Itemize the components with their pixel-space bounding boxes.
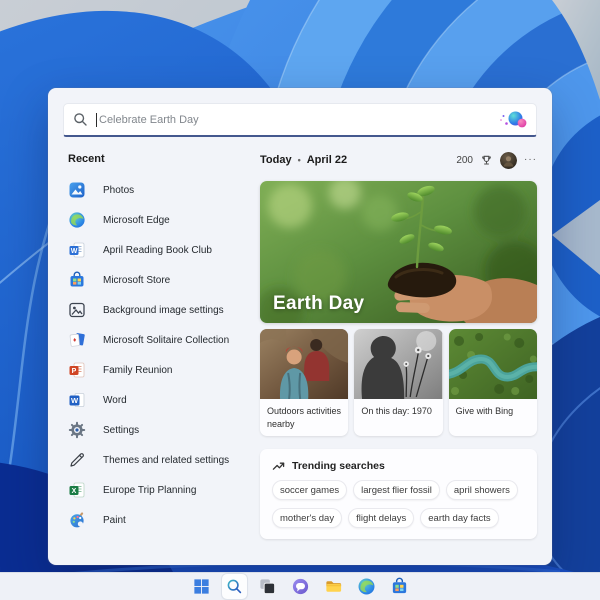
word-icon: W [68, 391, 86, 409]
trending-chip[interactable]: earth day facts [420, 508, 498, 528]
sidebar-item-photos[interactable]: Photos [68, 175, 260, 205]
bing-spheres-icon [497, 109, 527, 130]
sidebar-item-label: Microsoft Solitaire Collection [103, 335, 229, 346]
taskbar-search-button[interactable] [222, 574, 247, 599]
taskbar-store-button[interactable] [387, 574, 412, 599]
microsoft-store-icon [68, 271, 86, 289]
trending-chip[interactable]: april showers [446, 480, 518, 500]
pencil-icon [68, 451, 86, 469]
trending-chip[interactable]: flight delays [348, 508, 414, 528]
task-view-icon [258, 577, 277, 596]
edge-icon [68, 211, 86, 229]
taskbar-chat-button[interactable] [288, 574, 313, 599]
search-icon [225, 577, 244, 596]
hero-title: Earth Day [273, 293, 364, 315]
sidebar-item-label: Microsoft Edge [103, 215, 170, 226]
card-give-with-bing[interactable]: Give with Bing [449, 329, 537, 436]
powerpoint-icon: P [68, 361, 86, 379]
card-outdoors-activities[interactable]: Outdoors activities nearby [260, 329, 348, 436]
desktop: Celebrate Earth Day Recent [0, 0, 600, 600]
search-highlights-main: Today • April 22 200 ··· [260, 151, 537, 565]
microsoft-store-icon [390, 577, 409, 596]
content-cards-row: Outdoors activities nearby [260, 329, 537, 436]
taskbar-edge-button[interactable] [354, 574, 379, 599]
svg-text:P: P [72, 368, 77, 375]
search-query-text: Celebrate Earth Day [99, 114, 199, 126]
trending-searches-panel: Trending searches soccer games largest f… [260, 449, 537, 539]
sidebar-item-label: Europe Trip Planning [103, 485, 196, 496]
svg-text:W: W [71, 248, 78, 255]
trending-heading: Trending searches [292, 460, 385, 472]
sidebar-item-paint[interactable]: Paint [68, 505, 260, 535]
user-avatar[interactable] [500, 152, 517, 169]
main-header: Today • April 22 200 ··· [260, 152, 537, 168]
sidebar-item-label: Themes and related settings [103, 455, 229, 466]
trending-chip[interactable]: largest flier fossil [353, 480, 440, 500]
taskbar-file-explorer-button[interactable] [321, 574, 346, 599]
word-document-icon: W [68, 241, 86, 259]
sidebar-item-microsoft-edge[interactable]: Microsoft Edge [68, 205, 260, 235]
taskbar-task-view-button[interactable] [255, 574, 280, 599]
sidebar-item-word[interactable]: W Word [68, 385, 260, 415]
photos-icon [68, 181, 86, 199]
card-label: On this day: 1970 [354, 399, 442, 418]
sidebar-item-label: April Reading Book Club [103, 245, 212, 256]
recent-sidebar: Recent Photos Microsoft Edge W April Rea… [48, 151, 260, 565]
sidebar-item-themes-and-related-settings[interactable]: Themes and related settings [68, 445, 260, 475]
sidebar-item-europe-trip-planning[interactable]: X Europe Trip Planning [68, 475, 260, 505]
sidebar-item-label: Microsoft Store [103, 275, 170, 286]
sidebar-item-microsoft-solitaire-collection[interactable]: Microsoft Solitaire Collection [68, 325, 260, 355]
hikers-image [260, 329, 348, 399]
sidebar-item-family-reunion[interactable]: P Family Reunion [68, 355, 260, 385]
search-flyout-window: Celebrate Earth Day Recent [48, 88, 552, 565]
gear-icon [68, 421, 86, 439]
hero-card-earth-day[interactable]: Earth Day [260, 181, 537, 323]
rewards-points[interactable]: 200 [456, 155, 473, 166]
more-options-button[interactable]: ··· [524, 155, 537, 165]
paint-palette-icon [68, 511, 86, 529]
sidebar-item-label: Background image settings [103, 305, 224, 316]
sidebar-item-label: Paint [103, 515, 126, 526]
sidebar-item-label: Family Reunion [103, 365, 172, 376]
recent-heading: Recent [68, 153, 260, 165]
today-label: Today [260, 154, 292, 166]
card-label: Outdoors activities nearby [260, 399, 348, 431]
chat-icon [291, 577, 310, 596]
vintage-1970-image [354, 329, 442, 399]
search-input[interactable]: Celebrate Earth Day [63, 103, 537, 137]
sidebar-item-april-reading-book-club[interactable]: W April Reading Book Club [68, 235, 260, 265]
date-value: April 22 [307, 154, 347, 166]
date-separator: • [298, 155, 301, 165]
file-explorer-icon [324, 577, 343, 596]
svg-text:X: X [72, 488, 77, 495]
sidebar-item-settings[interactable]: Settings [68, 415, 260, 445]
excel-icon: X [68, 481, 86, 499]
svg-text:W: W [71, 396, 79, 405]
trending-chip[interactable]: soccer games [272, 480, 347, 500]
rewards-trophy-icon[interactable] [480, 154, 493, 167]
search-icon [73, 112, 88, 127]
windows-logo-icon [192, 577, 211, 596]
taskbar-start-button[interactable] [189, 574, 214, 599]
sidebar-item-label: Photos [103, 185, 134, 196]
trending-chip[interactable]: mother's day [272, 508, 342, 528]
forest-river-image [449, 329, 537, 399]
edge-icon [357, 577, 376, 596]
text-caret [96, 113, 97, 127]
sidebar-item-background-image-settings[interactable]: Background image settings [68, 295, 260, 325]
sidebar-item-microsoft-store[interactable]: Microsoft Store [68, 265, 260, 295]
card-on-this-day[interactable]: On this day: 1970 [354, 329, 442, 436]
trending-up-icon [272, 459, 285, 472]
card-label: Give with Bing [449, 399, 537, 418]
date-heading: Today • April 22 [260, 154, 347, 166]
sidebar-item-label: Settings [103, 425, 139, 436]
solitaire-cards-icon [68, 331, 86, 349]
taskbar [0, 572, 600, 600]
image-settings-icon [68, 301, 86, 319]
sidebar-item-label: Word [103, 395, 127, 406]
